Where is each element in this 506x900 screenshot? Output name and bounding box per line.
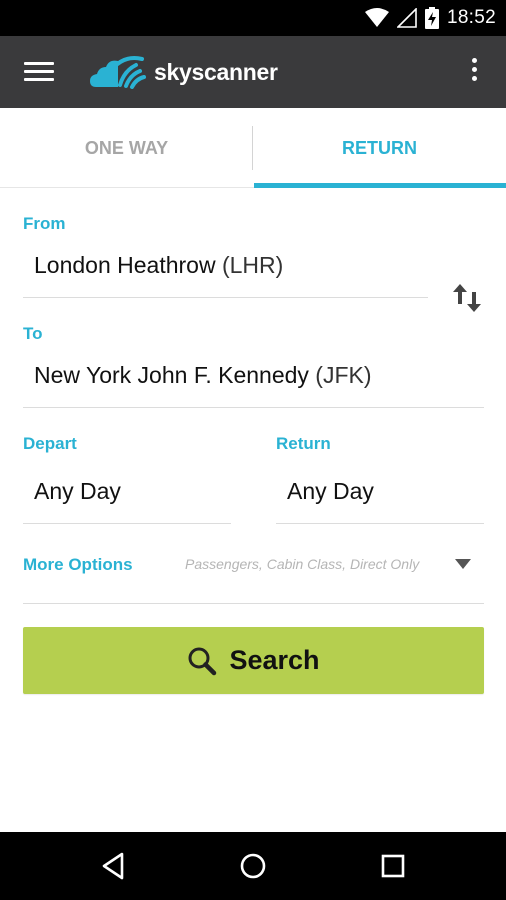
to-airport-name: New York John F. Kennedy [34, 362, 309, 388]
from-underline [23, 297, 428, 298]
from-airport-code: (LHR) [221, 252, 284, 278]
hamburger-menu-icon[interactable] [24, 62, 54, 82]
search-icon [188, 647, 217, 675]
wifi-icon [364, 8, 389, 27]
depart-underline [23, 523, 231, 524]
battery-charging-icon [424, 7, 439, 29]
system-nav-bar [0, 832, 506, 900]
brand-name: skyscanner [154, 58, 278, 85]
return-field[interactable]: Any Day [287, 478, 374, 505]
more-options-underline [23, 603, 484, 604]
screen: 18:52 skyscanner ONE WAY RETURN From Lon… [0, 0, 506, 900]
from-label: From [23, 214, 66, 233]
dropdown-arrow-icon[interactable] [455, 559, 471, 569]
skyscanner-logo-icon [90, 56, 146, 89]
search-button-label: Search [229, 645, 320, 675]
trip-type-tabs: ONE WAY RETURN [0, 108, 506, 188]
home-icon[interactable] [237, 850, 269, 882]
from-field[interactable]: London Heathrow (LHR) [34, 252, 283, 279]
app-bar: skyscanner [0, 36, 506, 108]
to-underline [23, 407, 484, 408]
to-airport-code: (JFK) [315, 362, 372, 388]
to-field[interactable]: New York John F. Kennedy (JFK) [34, 362, 372, 389]
to-label: To [23, 324, 43, 343]
from-airport-name: London Heathrow [34, 252, 216, 278]
search-button[interactable]: Search [23, 627, 484, 694]
more-vert-icon[interactable] [470, 58, 478, 86]
depart-field[interactable]: Any Day [34, 478, 121, 505]
depart-label: Depart [23, 434, 77, 453]
return-label: Return [276, 434, 331, 453]
return-underline [276, 523, 484, 524]
tab-selected-indicator [254, 183, 506, 188]
back-icon[interactable] [98, 850, 130, 882]
swap-vertical-icon[interactable] [452, 282, 482, 314]
more-options-label[interactable]: More Options [23, 555, 133, 575]
status-icons: 18:52 [364, 0, 496, 36]
recents-icon[interactable] [377, 850, 409, 882]
signal-icon [396, 8, 417, 28]
more-options-hint: Passengers, Cabin Class, Direct Only [185, 556, 420, 572]
status-time: 18:52 [446, 7, 496, 28]
brand[interactable]: skyscanner [90, 54, 278, 90]
tab-return[interactable]: RETURN [253, 108, 506, 188]
tab-one-way[interactable]: ONE WAY [0, 108, 253, 188]
status-bar: 18:52 [0, 0, 506, 36]
